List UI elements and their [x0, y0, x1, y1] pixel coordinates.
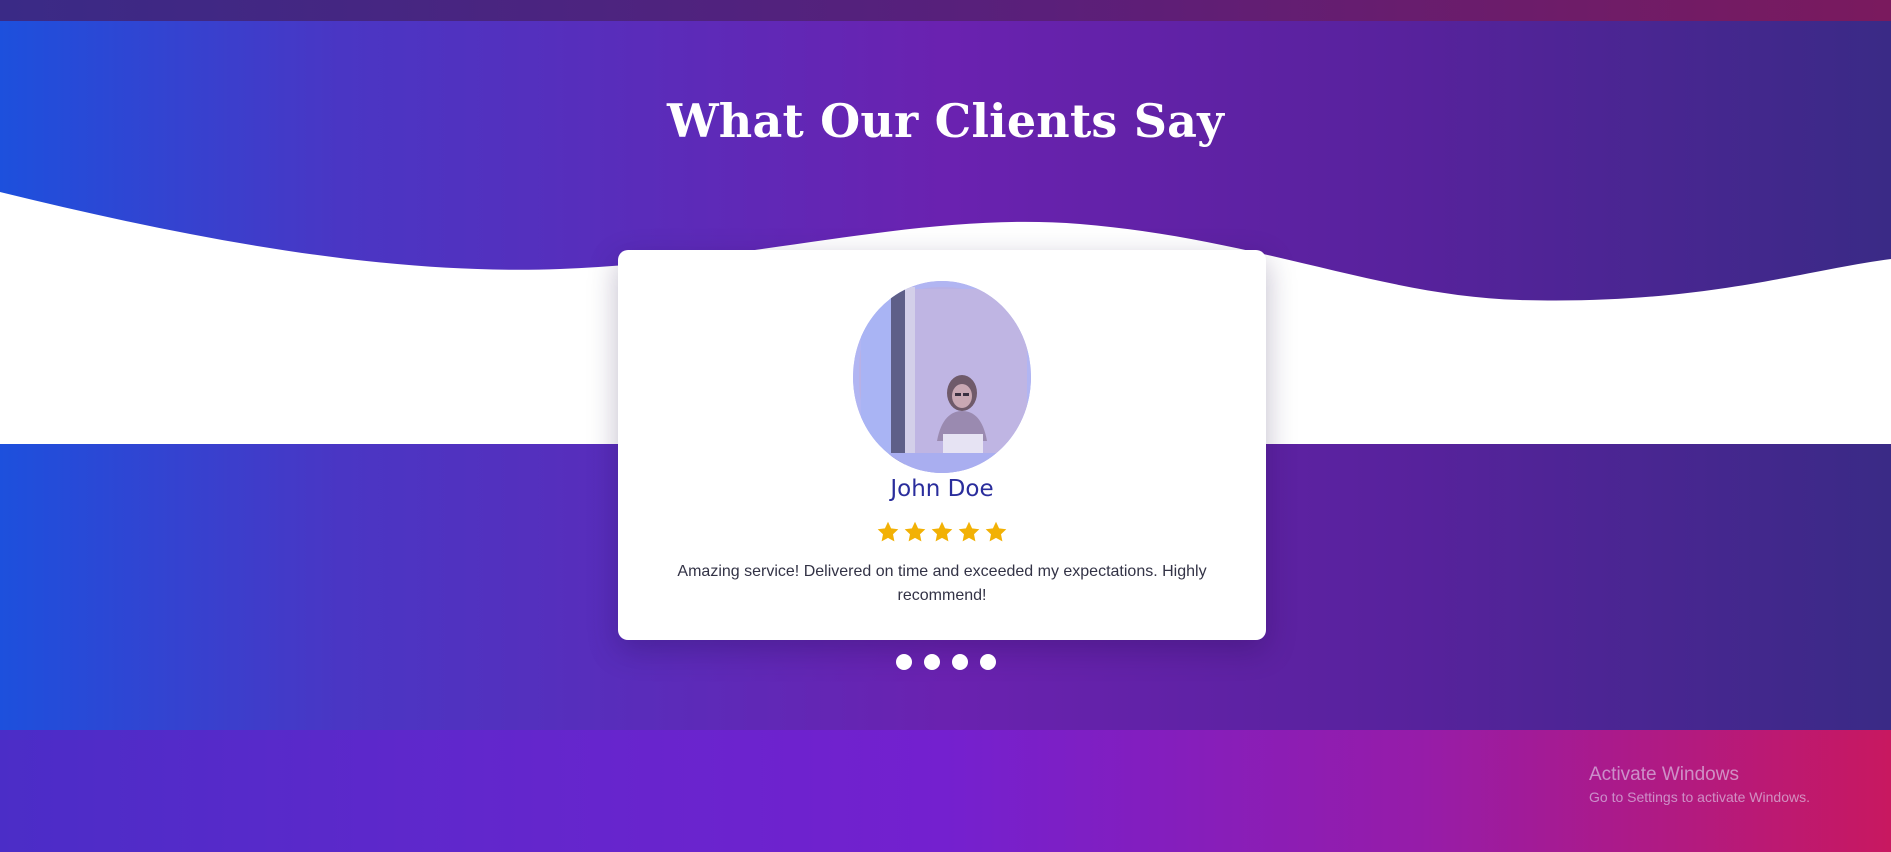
- star-rating: [618, 520, 1266, 544]
- star-icon: [877, 521, 899, 542]
- page: What Our Clients Say John Doe Amazing se…: [0, 0, 1891, 852]
- carousel-dot-3[interactable]: [951, 654, 968, 670]
- section-title: What Our Clients Say: [666, 94, 1225, 148]
- watermark-subtitle: Go to Settings to activate Windows.: [1589, 789, 1810, 805]
- star-icon: [931, 521, 953, 542]
- carousel-dot-1[interactable]: [895, 654, 912, 670]
- star-icon: [904, 521, 926, 542]
- carousel-dot-4[interactable]: [979, 654, 996, 670]
- testimonials-section: What Our Clients Say John Doe Amazing se…: [0, 21, 1891, 730]
- star-icon: [985, 521, 1007, 542]
- top-gradient-strip: [0, 0, 1891, 21]
- activate-windows-watermark: Activate Windows Go to Settings to activ…: [1589, 763, 1889, 807]
- client-avatar: [853, 281, 1031, 473]
- carousel-dots: [0, 654, 1891, 670]
- woman-laptop-photo-icon: [853, 281, 1031, 473]
- client-name: John Doe: [890, 476, 994, 502]
- carousel-dot-2[interactable]: [923, 654, 940, 670]
- watermark-title: Activate Windows: [1589, 764, 1739, 785]
- testimonial-text: Amazing service! Delivered on time and e…: [677, 563, 1207, 604]
- testimonial-card: John Doe Amazing service! Delivered on t…: [618, 250, 1266, 640]
- star-icon: [958, 521, 980, 542]
